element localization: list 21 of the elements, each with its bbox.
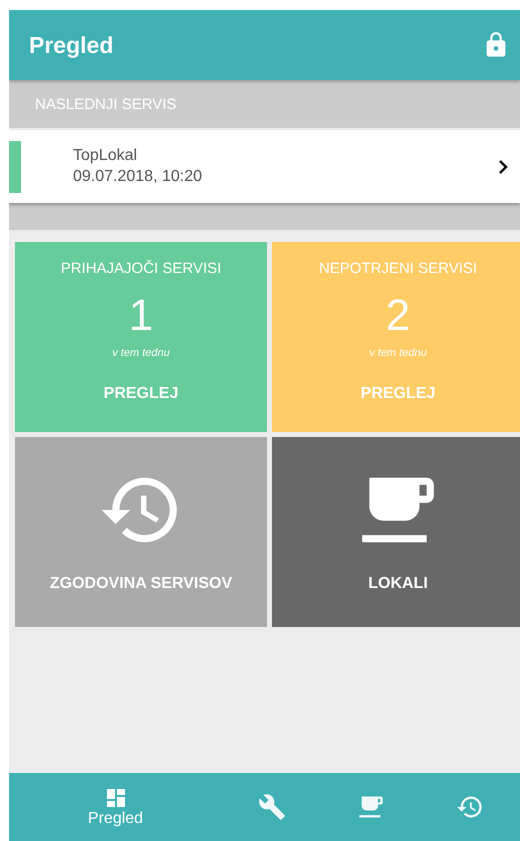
tile-caption: v tem tednu (112, 347, 170, 359)
tile-title: PRIHAJAJOČI SERVISI (60, 260, 222, 277)
tile-label: LOKALI (368, 575, 428, 593)
summary-tile[interactable]: NEPOTRJENI SERVISI 2 v tem tednu PREGLEJ (272, 242, 520, 432)
app-title: Pregled (29, 32, 114, 58)
review-link[interactable]: PREGLEJ (104, 385, 178, 403)
tile-count: 1 (128, 291, 154, 341)
review-link[interactable]: PREGLEJ (360, 385, 436, 403)
tile-caption: v tem tednu (369, 347, 427, 359)
tile-title: NEPOTRJENI SERVISI (318, 260, 478, 277)
tile-label: ZGODOVINA SERVISOV (50, 575, 232, 593)
chevron-icon (498, 160, 508, 174)
next-service-card[interactable]: TopLokal 09.07.2018, 10:20 (9, 130, 520, 203)
navigation-tile[interactable]: ZGODOVINA SERVISOV (15, 437, 267, 627)
nav-tab[interactable]: Pregled (9, 786, 222, 828)
tile-count: 2 (386, 291, 410, 341)
service-location: TopLokal (73, 147, 138, 165)
navigation-tile[interactable]: LOKALI (272, 437, 520, 627)
wrench-icon (258, 793, 286, 821)
summary-tile[interactable]: PRIHAJAJOČI SERVISI 1 v tem tednu PREGLEJ (15, 242, 267, 432)
service-datetime: 09.07.2018, 10:20 (73, 168, 204, 186)
